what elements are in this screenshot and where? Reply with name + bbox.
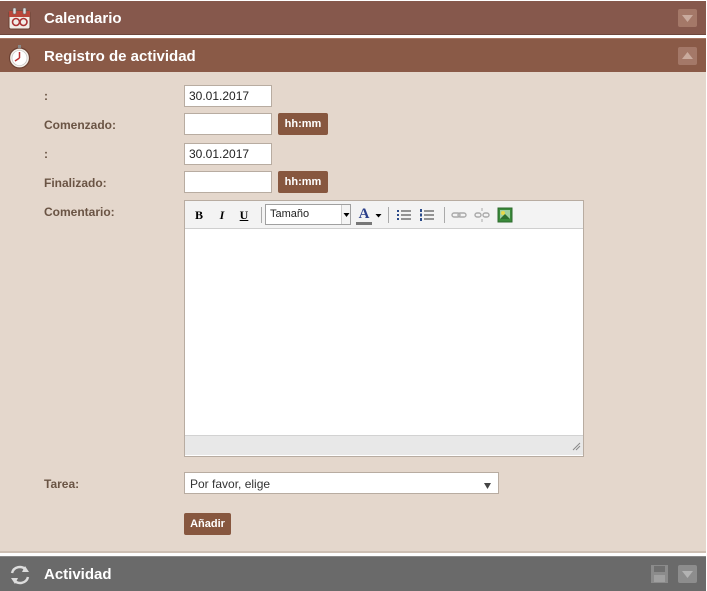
started-label: Comenzado: (44, 118, 116, 132)
resize-handle-icon[interactable] (571, 440, 581, 454)
font-size-select-value: Tamaño (270, 208, 310, 220)
font-color-dropdown-icon[interactable] (375, 209, 382, 223)
editor-statusbar (185, 435, 583, 455)
dropdown-arrow-icon (483, 479, 492, 493)
bullet-list-icon[interactable] (396, 207, 412, 226)
task-select-value: Por favor, elige (190, 477, 271, 491)
comment-text-area[interactable] (185, 229, 583, 435)
end-time-picker-button[interactable]: hh:mm (278, 171, 328, 193)
floppy-disk-icon (651, 565, 668, 583)
dropdown-arrow-icon (341, 205, 350, 224)
activity-section-title: Actividad (44, 566, 112, 583)
add-button[interactable]: Añadir (184, 513, 231, 535)
start-date-input[interactable]: 30.01.2017 (184, 85, 272, 107)
chevron-down-icon (682, 15, 693, 22)
end-time-input[interactable] (184, 171, 272, 193)
chevron-down-icon (682, 571, 693, 578)
activity-section-header[interactable]: Actividad (0, 556, 706, 591)
link-icon[interactable] (451, 207, 467, 226)
start-time-input[interactable] (184, 113, 272, 135)
font-size-select[interactable]: Tamaño (265, 204, 351, 225)
save-button[interactable] (650, 565, 669, 583)
calendar-section-header[interactable]: Calendario (0, 1, 706, 35)
numbered-list-icon[interactable] (419, 207, 435, 226)
task-label: Tarea: (44, 477, 80, 491)
activity-log-section-header[interactable]: Registro de actividad (0, 38, 706, 72)
activity-log-section-title: Registro de actividad (44, 48, 196, 65)
start-date-label: : (44, 89, 48, 103)
stopwatch-icon (7, 44, 32, 69)
expand-button[interactable] (678, 9, 697, 27)
finished-label: Finalizado: (44, 176, 107, 190)
task-select[interactable]: Por favor, elige (184, 472, 499, 494)
font-color-swatch (356, 222, 372, 225)
insert-image-icon[interactable] (497, 207, 513, 226)
calendar-section-title: Calendario (44, 10, 122, 27)
comment-label: Comentario: (44, 205, 115, 219)
chevron-up-icon (682, 52, 693, 59)
start-time-picker-button[interactable]: hh:mm (278, 113, 328, 135)
editor-toolbar: B I U Tamaño A (185, 201, 583, 229)
collapse-button[interactable] (678, 47, 697, 65)
bold-button[interactable]: B (192, 207, 206, 223)
expand-button[interactable] (678, 565, 697, 583)
toolbar-separator (261, 207, 262, 223)
toolbar-separator (444, 207, 445, 223)
font-color-button[interactable]: A (355, 207, 373, 223)
italic-button[interactable]: I (215, 207, 229, 223)
refresh-icon (8, 563, 33, 588)
toolbar-separator (388, 207, 389, 223)
underline-button[interactable]: U (237, 207, 251, 223)
calendar-icon (7, 6, 32, 31)
comment-editor: B I U Tamaño A (184, 200, 584, 457)
unlink-icon[interactable] (474, 207, 490, 226)
end-date-label: : (44, 147, 48, 161)
end-date-input[interactable]: 30.01.2017 (184, 143, 272, 165)
